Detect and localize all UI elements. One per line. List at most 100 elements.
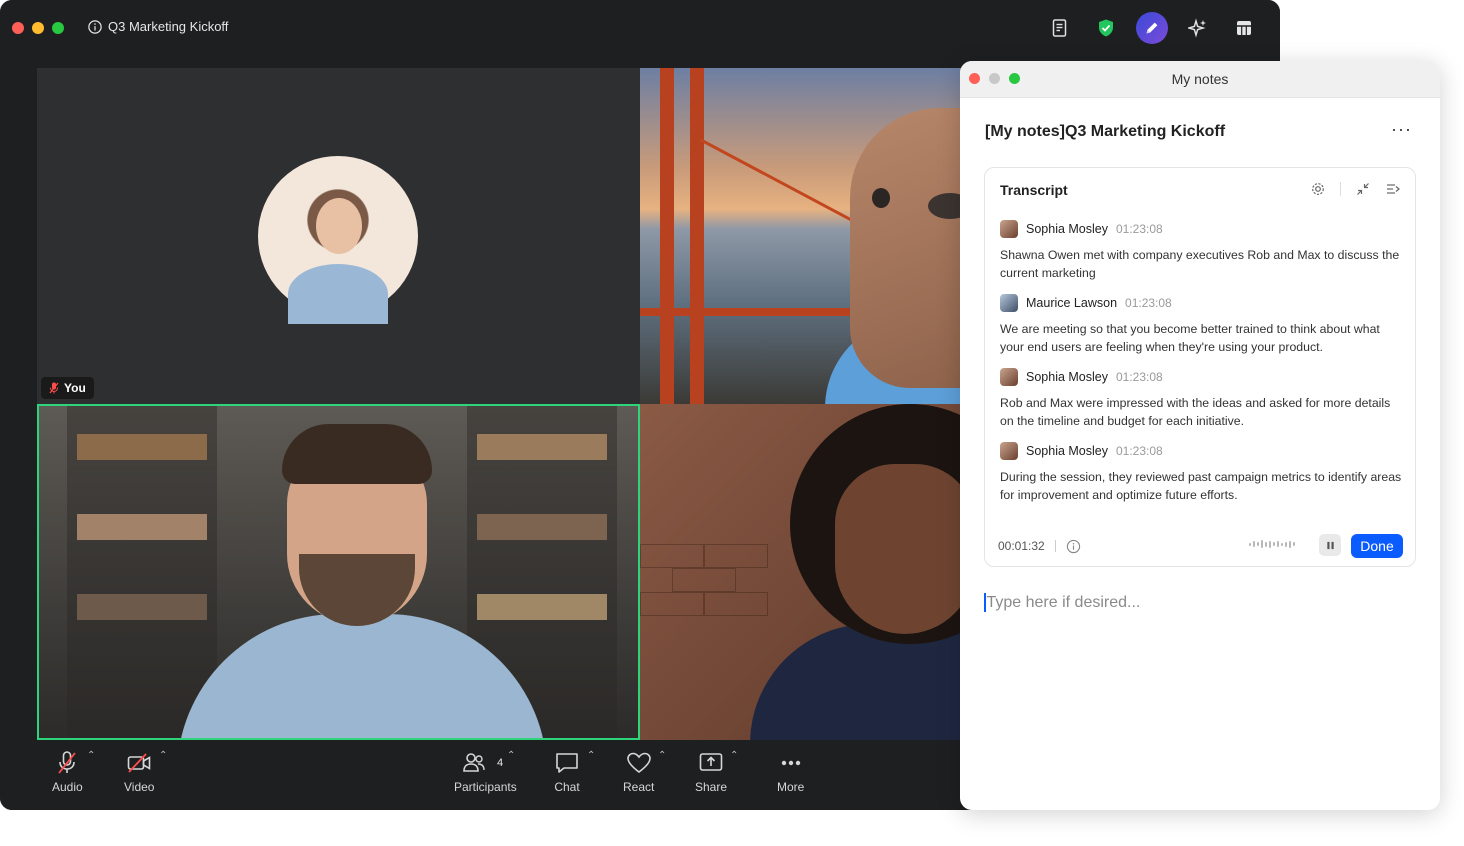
notes-more-button[interactable]: ··· xyxy=(1391,119,1412,140)
meeting-titlebar: Q3 Marketing Kickoff xyxy=(0,0,1280,56)
elapsed-time: 00:01:32 xyxy=(998,539,1045,553)
document-icon xyxy=(1052,19,1067,37)
sparkle-icon xyxy=(1188,18,1206,38)
transcript-heading: Transcript xyxy=(1000,182,1068,198)
footer-divider xyxy=(1054,540,1056,552)
muted-mic-icon xyxy=(49,382,59,394)
grid-view-icon xyxy=(1237,21,1251,35)
brick xyxy=(672,568,736,592)
brick xyxy=(704,544,768,568)
pen-icon xyxy=(1146,22,1158,34)
minimize-window-button[interactable] xyxy=(32,22,44,34)
mic-muted-icon xyxy=(58,751,77,774)
speaker-row: Maurice Lawson 01:23:08 xyxy=(1000,293,1404,313)
meeting-info[interactable]: Q3 Marketing Kickoff xyxy=(88,19,228,34)
react-options-caret[interactable]: ⌃ xyxy=(658,750,666,761)
done-button[interactable]: Done xyxy=(1351,534,1403,558)
collapse-icon[interactable] xyxy=(1355,181,1371,197)
speaker-name: Sophia Mosley xyxy=(1026,444,1108,458)
chat-label: Chat xyxy=(554,780,580,794)
window-controls xyxy=(12,22,64,34)
chat-options-caret[interactable]: ⌃ xyxy=(587,750,595,761)
transcript-card: Transcript Sophia Mosley 01:23:08 Shawna… xyxy=(984,167,1416,567)
self-label: You xyxy=(64,381,86,395)
participants-label: Participants xyxy=(454,780,517,794)
chat-icon xyxy=(556,753,578,773)
audio-label: Audio xyxy=(52,780,83,794)
view-layout-button[interactable] xyxy=(1228,12,1260,44)
react-button[interactable]: React xyxy=(623,750,654,794)
transcript-entry: Sophia Mosley 01:23:08 During the sessio… xyxy=(1000,441,1404,504)
transcript-text: We are meeting so that you become better… xyxy=(1000,322,1380,354)
transcript-text: Shawna Owen met with company executives … xyxy=(1000,248,1400,280)
active-speaker-border xyxy=(37,404,640,740)
speaker-timestamp: 01:23:08 xyxy=(1125,296,1172,310)
share-screen-icon xyxy=(699,753,723,771)
speaker-timestamp: 01:23:08 xyxy=(1116,370,1163,384)
speaker-avatar xyxy=(1000,368,1018,386)
titlebar-actions xyxy=(1044,12,1260,44)
more-label: More xyxy=(777,780,805,794)
video-button[interactable]: Video xyxy=(124,750,154,794)
self-avatar xyxy=(258,156,418,324)
settings-gear-icon[interactable] xyxy=(1310,181,1326,197)
avatar-shirt xyxy=(288,264,388,324)
transcript-action-divider xyxy=(1340,182,1341,196)
avatar-eye xyxy=(872,188,890,208)
notes-titlebar: My notes xyxy=(960,61,1440,98)
transcript-text: During the session, they reviewed past c… xyxy=(1000,470,1402,502)
avatar-face xyxy=(316,198,362,254)
shield-check-icon xyxy=(1099,19,1113,37)
text-cursor xyxy=(984,593,986,612)
participants-icon xyxy=(463,753,486,772)
bridge-tower xyxy=(660,68,674,404)
video-off-icon xyxy=(127,753,151,773)
brick xyxy=(640,592,704,616)
security-button[interactable] xyxy=(1090,12,1122,44)
video-tile-self[interactable]: You xyxy=(37,68,640,404)
speaker-timestamp: 01:23:08 xyxy=(1116,222,1163,236)
insert-transcript-icon[interactable] xyxy=(1385,181,1401,197)
notes-doc-title[interactable]: [My notes]Q3 Marketing Kickoff xyxy=(985,123,1225,141)
more-dots-icon xyxy=(781,760,800,766)
share-options-caret[interactable]: ⌃ xyxy=(730,750,738,761)
pause-icon xyxy=(1326,541,1334,549)
transcript-footer: 00:01:32 Done xyxy=(998,534,1403,558)
speaker-row: Sophia Mosley 01:23:08 xyxy=(1000,441,1404,461)
transcript-entry: Sophia Mosley 01:23:08 Rob and Max were … xyxy=(1000,367,1404,430)
notes-button[interactable] xyxy=(1136,12,1168,44)
notes-input-placeholder: Type here if desired... xyxy=(986,593,1141,611)
audio-waveform xyxy=(1249,540,1295,548)
zoom-window-button[interactable] xyxy=(52,22,64,34)
info-icon[interactable] xyxy=(1066,539,1081,554)
notes-window: My notes [My notes]Q3 Marketing Kickoff … xyxy=(960,61,1440,810)
participants-count: 4 xyxy=(497,757,504,769)
self-name-badge: You xyxy=(41,377,94,399)
video-options-caret[interactable]: ⌃ xyxy=(159,750,167,761)
share-button[interactable]: Share xyxy=(695,750,727,794)
participants-options-caret[interactable]: ⌃ xyxy=(507,750,515,761)
speaker-name: Sophia Mosley xyxy=(1026,222,1108,236)
speaker-name: Maurice Lawson xyxy=(1026,296,1118,310)
notes-window-title: My notes xyxy=(1171,71,1229,87)
audio-button[interactable]: Audio xyxy=(52,750,83,794)
ai-companion-button[interactable] xyxy=(1182,12,1214,44)
chat-button[interactable]: Chat xyxy=(554,750,580,794)
transcript-entry: Maurice Lawson 01:23:08 We are meeting s… xyxy=(1000,293,1404,356)
notes-input[interactable]: Type here if desired... xyxy=(984,593,1140,612)
heart-icon xyxy=(626,752,651,774)
audio-options-caret[interactable]: ⌃ xyxy=(87,750,95,761)
speaker-row: Sophia Mosley 01:23:08 xyxy=(1000,367,1404,387)
participant-face xyxy=(835,464,975,634)
more-button[interactable]: More xyxy=(777,750,804,794)
info-icon xyxy=(88,19,102,34)
close-window-button[interactable] xyxy=(12,22,24,34)
speaker-timestamp: 01:23:08 xyxy=(1116,444,1163,458)
react-label: React xyxy=(623,780,655,794)
notes-doc-button[interactable] xyxy=(1044,12,1076,44)
brick xyxy=(640,544,704,568)
video-label: Video xyxy=(124,780,155,794)
pause-transcript-button[interactable] xyxy=(1319,534,1341,556)
brick xyxy=(704,592,768,616)
share-label: Share xyxy=(695,780,728,794)
